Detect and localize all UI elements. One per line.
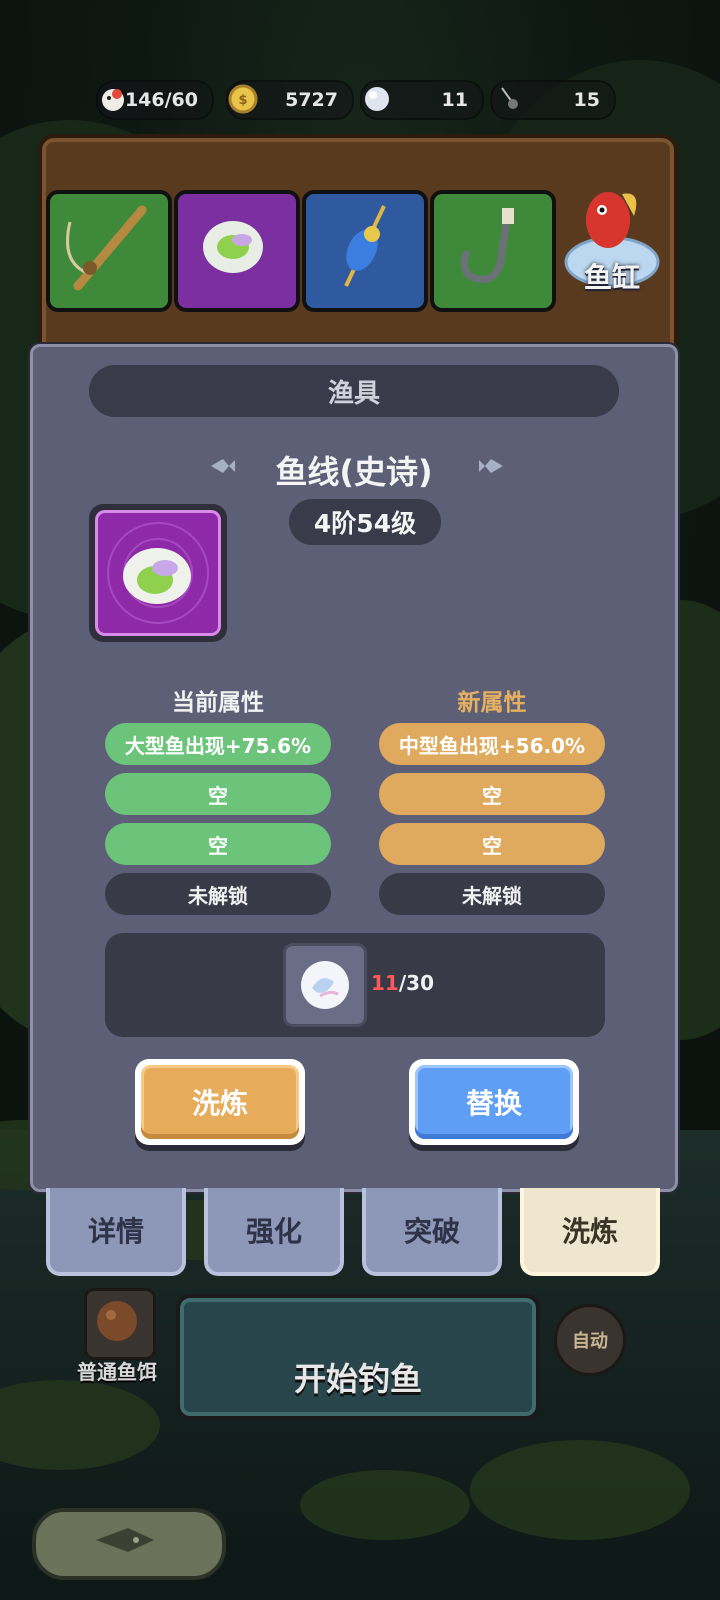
panel-header: 渔具 xyxy=(89,365,619,417)
tab-breakthrough[interactable]: 突破 xyxy=(362,1188,502,1276)
coin-icon: $ xyxy=(224,80,262,118)
slot-fishing-line[interactable] xyxy=(174,190,300,312)
bait-icon xyxy=(97,1301,137,1341)
current-attribute-2: 空 xyxy=(105,773,331,815)
tab-refine[interactable]: 洗炼 xyxy=(520,1188,660,1276)
refine-button[interactable]: 洗炼 xyxy=(135,1059,305,1145)
fishing-hook-icon xyxy=(488,80,526,118)
bait-selector[interactable] xyxy=(84,1288,156,1360)
auto-button[interactable]: 自动 xyxy=(554,1304,626,1376)
tab-details[interactable]: 详情 xyxy=(46,1188,186,1276)
fish-tank-button[interactable]: 鱼缸 xyxy=(562,180,662,300)
bottom-menu-toggle[interactable] xyxy=(32,1508,226,1580)
slot-fishing-rod[interactable] xyxy=(46,190,172,312)
reel-icon xyxy=(203,221,263,273)
item-icon-frame xyxy=(89,504,227,642)
new-attribute-1: 中型鱼出现+56.0% xyxy=(379,723,605,765)
tab-enhance[interactable]: 强化 xyxy=(204,1188,344,1276)
coin-counter: $ 5727 xyxy=(226,80,354,120)
hook-counter: 15 xyxy=(490,80,616,120)
new-attribute-3: 空 xyxy=(379,823,605,865)
current-attributes-title: 当前属性 xyxy=(172,690,264,716)
pearl-counter: 11 xyxy=(360,80,484,120)
current-attribute-locked: 未解锁 xyxy=(105,873,331,915)
fish-arrow-right-icon xyxy=(479,459,503,473)
fish-silhouette-icon xyxy=(96,1528,154,1552)
reel-icon xyxy=(107,522,209,624)
tackle-panel: 渔具 鱼线(史诗) 4阶54级 当前属性 新属性 大型鱼出现+75.6% 空 空… xyxy=(30,344,678,1192)
svg-text:$: $ xyxy=(238,93,247,108)
fishing-rod-icon xyxy=(66,205,147,291)
refine-material-count: 11/30 xyxy=(371,971,434,995)
float-icon xyxy=(344,205,386,287)
slot-hook[interactable] xyxy=(430,190,556,312)
replace-button[interactable]: 替换 xyxy=(409,1059,579,1145)
bait-label: 普通鱼饵 xyxy=(77,1360,157,1384)
fish-tank-label: 鱼缸 xyxy=(583,261,640,294)
slot-float[interactable] xyxy=(302,190,428,312)
new-attribute-2: 空 xyxy=(379,773,605,815)
item-name: 鱼线(史诗) xyxy=(275,453,433,491)
start-fishing-button[interactable]: 开始钓鱼 xyxy=(176,1294,540,1420)
pearl-icon xyxy=(301,961,349,1009)
current-attribute-3: 空 xyxy=(105,823,331,865)
current-attribute-1: 大型鱼出现+75.6% xyxy=(105,723,331,765)
new-attributes-title: 新属性 xyxy=(457,690,527,716)
pearl-icon xyxy=(358,80,396,118)
refine-material-slot[interactable] xyxy=(283,943,367,1027)
stamina-counter: 146/60 xyxy=(96,80,214,120)
refine-cost-box: 11/30 xyxy=(105,933,605,1037)
item-level: 4阶54级 xyxy=(289,499,441,545)
new-attribute-locked: 未解锁 xyxy=(379,873,605,915)
hook-icon xyxy=(460,208,514,283)
